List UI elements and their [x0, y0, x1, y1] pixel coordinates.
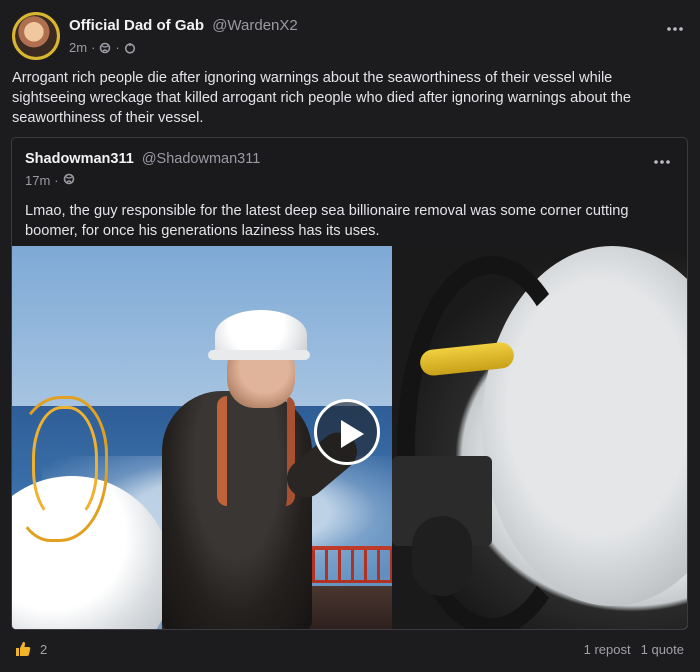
post-stats: 1 repost 1 quote	[584, 642, 684, 657]
author-name[interactable]: Official Dad of Gab	[69, 17, 204, 34]
quote-author-handle[interactable]: @Shadowman311	[142, 151, 260, 167]
public-visibility-icon	[99, 42, 111, 54]
like-count: 2	[40, 641, 48, 657]
post-card: Official Dad of Gab @WardenX2 2m · · Arr…	[0, 0, 700, 672]
post-more-options-button[interactable]	[666, 16, 684, 37]
quoted-post[interactable]: Shadowman311 @Shadowman311 17m · Lmao, t…	[11, 137, 688, 630]
quote-text: Lmao, the guy responsible for the latest…	[25, 203, 629, 239]
play-icon	[341, 420, 364, 448]
quote-meta: 17m ·	[25, 173, 75, 188]
edited-icon	[124, 42, 136, 54]
quote-more-options-button[interactable]	[653, 149, 671, 170]
ellipsis-icon	[667, 27, 683, 31]
quote-count[interactable]: 1 quote	[641, 642, 684, 657]
repost-count[interactable]: 1 repost	[584, 642, 631, 657]
author-row: Official Dad of Gab @WardenX2	[69, 17, 298, 34]
post-meta: 2m · ·	[69, 40, 136, 55]
ellipsis-icon	[654, 160, 670, 164]
quote-author-name[interactable]: Shadowman311	[25, 151, 134, 167]
like-button[interactable]: 2	[14, 640, 47, 658]
thumbs-up-icon	[16, 641, 31, 656]
quote-author-row: Shadowman311 @Shadowman311	[25, 151, 260, 167]
author-handle[interactable]: @WardenX2	[212, 17, 298, 34]
post-text: Arrogant rich people die after ignoring …	[12, 70, 631, 126]
public-visibility-icon	[63, 173, 75, 188]
play-button[interactable]	[314, 399, 380, 465]
quote-time[interactable]: 17m	[25, 173, 50, 188]
video-player[interactable]	[12, 246, 687, 629]
post-time[interactable]: 2m	[69, 40, 87, 55]
author-avatar[interactable]	[12, 12, 60, 60]
